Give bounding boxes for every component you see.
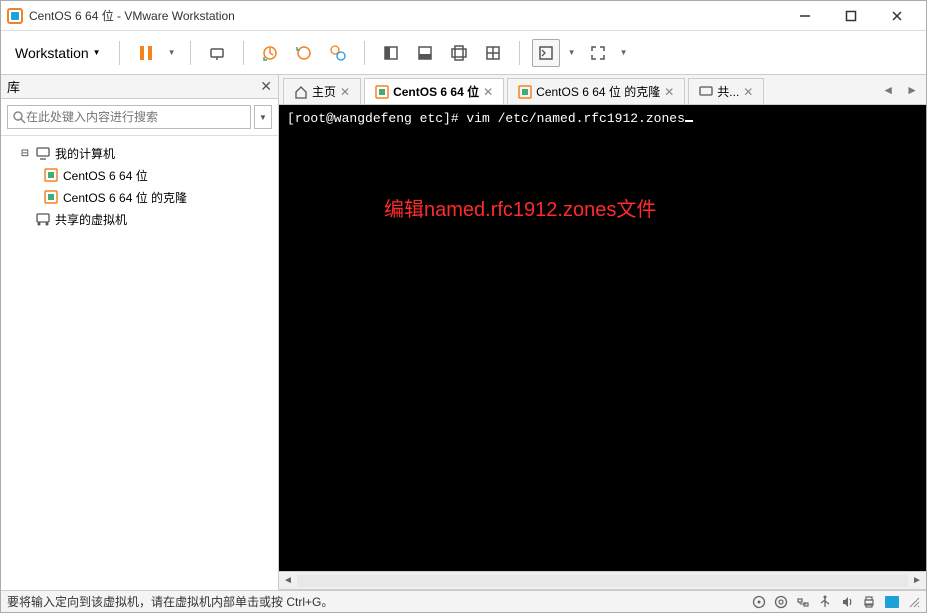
workstation-menu-label: Workstation [15, 45, 89, 61]
tree-vm-centos[interactable]: CentOS 6 64 位 [5, 164, 274, 186]
tab-scroll-left[interactable]: ◄ [878, 83, 898, 97]
tab-centos-clone[interactable]: CentOS 6 64 位 的克隆 ✕ [507, 78, 685, 104]
library-header: 库 ✕ [1, 75, 278, 99]
vm-console[interactable]: [root@wangdefeng etc]# vim /etc/named.rf… [279, 105, 926, 590]
search-icon [12, 110, 26, 124]
library-close-button[interactable]: ✕ [260, 78, 272, 95]
scroll-track[interactable] [297, 575, 908, 587]
toolbar-separator [119, 41, 120, 65]
network-icon[interactable] [796, 595, 810, 609]
toolbar: Workstation ▼ ▼ ▼ ▼ [1, 31, 926, 75]
cd-icon[interactable] [774, 595, 788, 609]
maximize-button[interactable] [828, 2, 874, 30]
terminal-cursor [685, 120, 693, 122]
tree-my-computer[interactable]: ⊟ 我的计算机 [5, 142, 274, 164]
shared-icon [35, 211, 51, 227]
computer-icon [35, 145, 51, 161]
tree-vm-centos-clone[interactable]: CentOS 6 64 位 的克隆 [5, 186, 274, 208]
toolbar-separator [243, 41, 244, 65]
tree-label-vm1: CentOS 6 64 位 [63, 167, 148, 184]
library-search-row: ▼ [1, 99, 278, 136]
snapshot-manager-button[interactable] [324, 39, 352, 67]
window-title: CentOS 6 64 位 - VMware Workstation [29, 7, 782, 24]
library-search-dropdown[interactable]: ▼ [254, 105, 272, 129]
tab-home-label: 主页 [312, 83, 336, 100]
library-title: 库 [7, 77, 260, 96]
annotation-overlay: 编辑named.rfc1912.zones文件 [384, 193, 656, 222]
tree-toggle-icon[interactable]: ⊟ [19, 148, 31, 159]
send-ctrl-alt-del-button[interactable] [203, 39, 231, 67]
tab-shared-label: 共... [717, 83, 739, 100]
tree-label-shared: 共享的虚拟机 [55, 211, 127, 228]
minimize-button[interactable] [782, 2, 828, 30]
vm-icon [518, 85, 532, 99]
resize-grip-icon[interactable] [908, 596, 920, 608]
view-stretch-button[interactable] [445, 39, 473, 67]
main-area: 主页 ✕ CentOS 6 64 位 ✕ CentOS 6 64 位 的克隆 ✕… [279, 75, 926, 590]
library-search[interactable] [7, 105, 251, 129]
tree-label-vm2: CentOS 6 64 位 的克隆 [63, 189, 187, 206]
tab-bar: 主页 ✕ CentOS 6 64 位 ✕ CentOS 6 64 位 的克隆 ✕… [279, 75, 926, 105]
tab-home[interactable]: 主页 ✕ [283, 78, 361, 104]
tree-label-root: 我的计算机 [55, 145, 115, 162]
vm-icon [375, 85, 389, 99]
vmware-app-icon [7, 8, 23, 24]
fullscreen-button[interactable] [584, 39, 612, 67]
tab-shared[interactable]: 共... ✕ [688, 78, 764, 104]
view-single-button[interactable] [377, 39, 405, 67]
library-tree: ⊟ 我的计算机 CentOS 6 64 位 CentOS 6 64 位 的克隆 … [1, 136, 278, 590]
toolbar-separator [519, 41, 520, 65]
status-message: 要将输入定向到该虚拟机，请在虚拟机内部单击或按 Ctrl+G。 [7, 593, 752, 610]
tree-shared-vms[interactable]: 共享的虚拟机 [5, 208, 274, 230]
console-view-dropdown[interactable]: ▼ [566, 43, 578, 63]
pause-dropdown[interactable]: ▼ [166, 43, 178, 63]
scroll-left-icon[interactable]: ◄ [279, 572, 297, 590]
console-view-button[interactable] [532, 39, 560, 67]
view-console-button[interactable] [411, 39, 439, 67]
unity-button[interactable] [479, 39, 507, 67]
tab-close-icon[interactable]: ✕ [664, 85, 674, 99]
vm-icon [43, 189, 59, 205]
toolbar-separator [364, 41, 365, 65]
display-indicator-icon[interactable] [884, 595, 900, 609]
library-search-input[interactable] [26, 110, 246, 124]
usb-icon[interactable] [818, 595, 832, 609]
fullscreen-dropdown[interactable]: ▼ [618, 43, 630, 63]
tab-scroll-right[interactable]: ► [902, 83, 922, 97]
status-tray [752, 595, 920, 609]
tab-close-icon[interactable]: ✕ [340, 85, 350, 99]
vm-icon [43, 167, 59, 183]
home-icon [294, 85, 308, 99]
scroll-right-icon[interactable]: ► [908, 572, 926, 590]
tab-centos[interactable]: CentOS 6 64 位 ✕ [364, 78, 504, 104]
toolbar-separator [190, 41, 191, 65]
snapshot-revert-button[interactable] [290, 39, 318, 67]
chevron-down-icon: ▼ [93, 48, 101, 57]
close-button[interactable] [874, 2, 920, 30]
tab-clone-label: CentOS 6 64 位 的克隆 [536, 83, 660, 100]
statusbar: 要将输入定向到该虚拟机，请在虚拟机内部单击或按 Ctrl+G。 [1, 590, 926, 612]
tab-close-icon[interactable]: ✕ [483, 85, 493, 99]
shared-icon [699, 85, 713, 99]
terminal[interactable]: [root@wangdefeng etc]# vim /etc/named.rf… [279, 105, 926, 571]
tab-scroll-controls: ◄ ► [878, 75, 922, 104]
terminal-line: [root@wangdefeng etc]# vim /etc/named.rf… [287, 111, 685, 126]
workstation-menu[interactable]: Workstation ▼ [9, 41, 107, 65]
horizontal-scrollbar[interactable]: ◄ ► [279, 571, 926, 589]
pause-button[interactable] [132, 39, 160, 67]
tab-close-icon[interactable]: ✕ [743, 85, 753, 99]
library-sidebar: 库 ✕ ▼ ⊟ 我的计算机 CentOS 6 64 位 CentOS 6 64 … [1, 75, 279, 590]
sound-icon[interactable] [840, 595, 854, 609]
tab-centos-label: CentOS 6 64 位 [393, 83, 479, 100]
snapshot-take-button[interactable] [256, 39, 284, 67]
titlebar: CentOS 6 64 位 - VMware Workstation [1, 1, 926, 31]
disk-icon[interactable] [752, 595, 766, 609]
printer-icon[interactable] [862, 595, 876, 609]
